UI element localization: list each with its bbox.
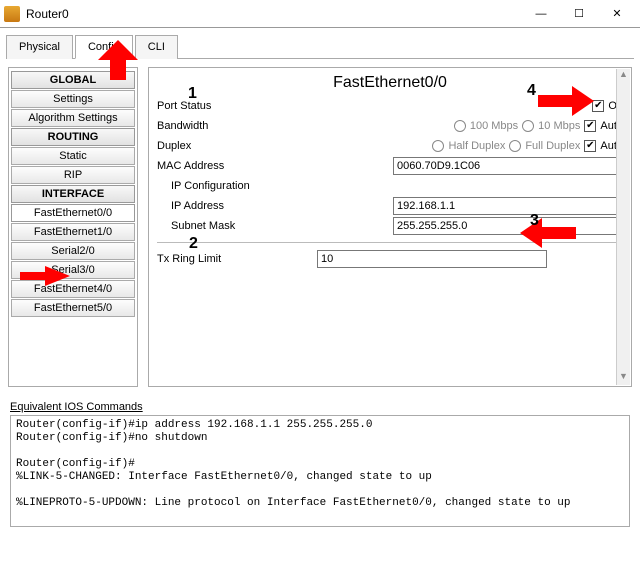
- commands-caption: Equivalent IOS Commands: [10, 401, 630, 413]
- sidebar-static[interactable]: Static: [11, 147, 135, 165]
- radio-100mbps[interactable]: [454, 120, 466, 132]
- close-button[interactable]: ✕: [598, 3, 636, 25]
- panel-scrollbar[interactable]: ▲ ▼: [616, 69, 630, 385]
- sidebar-item-fe40[interactable]: FastEthernet4/0: [11, 280, 135, 298]
- input-mac[interactable]: [393, 157, 623, 175]
- titlebar: Router0 — ☐ ✕: [0, 0, 640, 28]
- label-10mbps: 10 Mbps: [538, 120, 580, 132]
- label-half-duplex: Half Duplex: [448, 140, 505, 152]
- label-bandwidth: Bandwidth: [157, 120, 317, 132]
- sidebar-settings[interactable]: Settings: [11, 90, 135, 108]
- radio-full-duplex[interactable]: [509, 140, 521, 152]
- sidebar-algo-settings[interactable]: Algorithm Settings: [11, 109, 135, 127]
- config-panel: FastEthernet0/0 Port Status ✔ On Bandwid…: [148, 67, 632, 387]
- label-mask: Subnet Mask: [157, 220, 317, 232]
- tab-cli[interactable]: CLI: [135, 35, 178, 59]
- sidebar-item-fe10[interactable]: FastEthernet1/0: [11, 223, 135, 241]
- tab-config[interactable]: Config: [75, 35, 133, 59]
- sidebar-rip[interactable]: RIP: [11, 166, 135, 184]
- scroll-down-icon[interactable]: ▼: [617, 371, 631, 385]
- scroll-up-icon[interactable]: ▲: [617, 69, 631, 83]
- sidebar: GLOBAL Settings Algorithm Settings ROUTI…: [8, 67, 138, 387]
- label-port-status: Port Status: [157, 100, 317, 112]
- commands-terminal[interactable]: Router(config-if)#ip address 192.168.1.1…: [10, 415, 630, 527]
- radio-half-duplex[interactable]: [432, 140, 444, 152]
- sidebar-item-fe50[interactable]: FastEthernet5/0: [11, 299, 135, 317]
- label-txring: Tx Ring Limit: [157, 253, 317, 265]
- tab-physical[interactable]: Physical: [6, 35, 73, 59]
- sidebar-item-s20[interactable]: Serial2/0: [11, 242, 135, 260]
- sidebar-item-fe00[interactable]: FastEthernet0/0: [11, 204, 135, 222]
- radio-10mbps[interactable]: [522, 120, 534, 132]
- checkbox-port-status[interactable]: ✔: [592, 100, 604, 112]
- sidebar-section-global: GLOBAL: [11, 71, 135, 89]
- separator: [157, 242, 623, 243]
- label-100mbps: 100 Mbps: [470, 120, 518, 132]
- window-title: Router0: [26, 7, 522, 21]
- label-ip: IP Address: [157, 200, 317, 212]
- sidebar-item-s30[interactable]: Serial3/0: [11, 261, 135, 279]
- sidebar-section-interface: INTERFACE: [11, 185, 135, 203]
- checkbox-bw-auto[interactable]: ✔: [584, 120, 596, 132]
- input-ip[interactable]: [393, 197, 623, 215]
- app-icon: [4, 6, 20, 22]
- label-duplex: Duplex: [157, 140, 317, 152]
- checkbox-dx-auto[interactable]: ✔: [584, 140, 596, 152]
- label-mac: MAC Address: [157, 160, 317, 172]
- panel-title: FastEthernet0/0: [157, 74, 623, 92]
- label-full-duplex: Full Duplex: [525, 140, 580, 152]
- minimize-button[interactable]: —: [522, 3, 560, 25]
- input-txring[interactable]: [317, 250, 547, 268]
- tab-bar: Physical Config CLI: [6, 34, 634, 59]
- sidebar-section-routing: ROUTING: [11, 128, 135, 146]
- maximize-button[interactable]: ☐: [560, 3, 598, 25]
- input-mask[interactable]: [393, 217, 623, 235]
- label-ip-config: IP Configuration: [157, 180, 317, 192]
